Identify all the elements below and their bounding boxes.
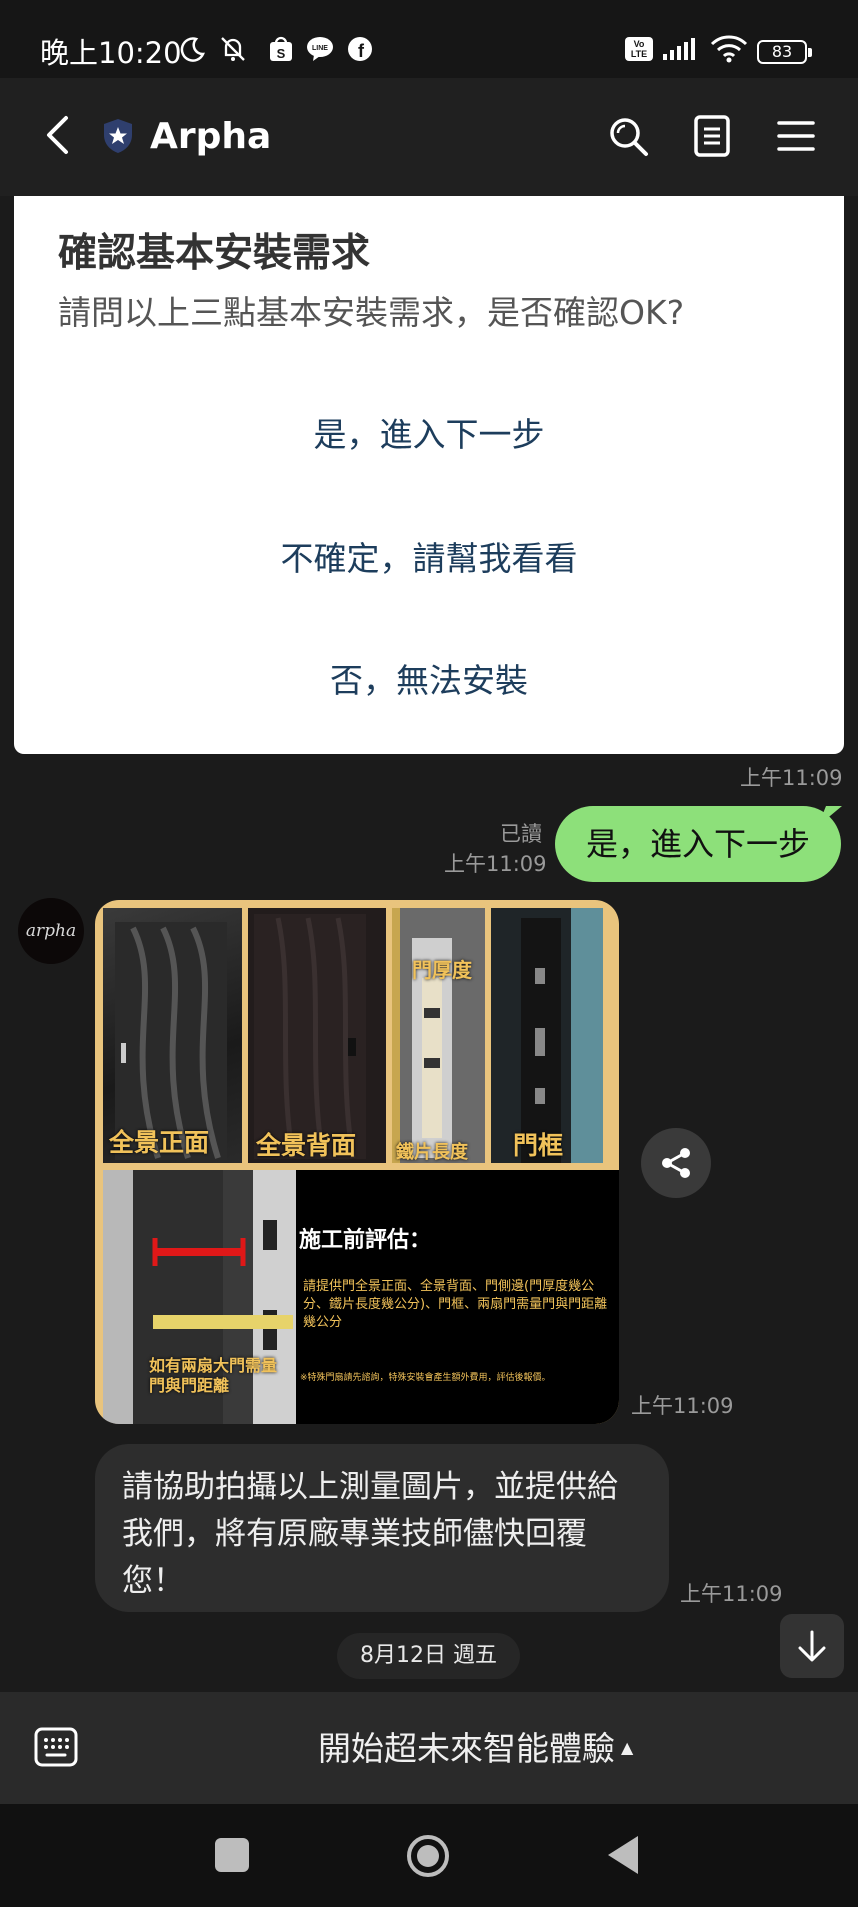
instruction-body: 請提供門全景正面、全景背面、門側邊(門厚度幾公分、鐵片長度幾公分)、門框、兩扇門… [303, 1279, 608, 1330]
photo-frame: 門框 [491, 908, 603, 1163]
svg-text:f: f [358, 41, 365, 61]
instruction-panel: 施工前評估： 請提供門全景正面、全景背面、門側邊(門厚度幾公分、鐵片長度幾公分)… [296, 1170, 619, 1424]
read-receipt: 已讀 [500, 822, 542, 846]
rich-menu-label[interactable]: 開始超未來智能體驗 [318, 1722, 615, 1770]
my-message-timestamp: 上午11:09 [444, 852, 547, 876]
instruction-heading: 施工前評估： [299, 1228, 432, 1253]
text-timestamp: 上午11:09 [680, 1582, 783, 1606]
label-frame: 門框 [513, 1131, 564, 1160]
official-badge-icon [100, 116, 136, 156]
keyboard-icon [34, 1727, 78, 1767]
instruction-note: ※特殊門扇請先諮詢，特殊安裝會產生額外費用，評估後報價。 [300, 1373, 551, 1383]
my-message-bubble[interactable]: 是，進入下一步 [555, 806, 841, 882]
svg-text:S: S [277, 46, 286, 61]
recents-icon[interactable] [215, 1838, 249, 1872]
status-time: 晚上10:20 [40, 36, 182, 70]
photo-front: 全景正面 [103, 908, 242, 1163]
svg-text:LINE: LINE [312, 45, 328, 52]
svg-text:LTE: LTE [631, 49, 647, 59]
card-title: 確認基本安裝需求 [58, 231, 371, 276]
label-thickness: 門厚度 [412, 958, 472, 982]
facebook-icon: f [345, 34, 375, 64]
back-arrow-icon[interactable] [40, 115, 76, 155]
label-double-door: 如有兩扇大門需量門與門距離 [149, 1356, 278, 1395]
rich-menu-toggle-icon[interactable]: ▲ [621, 1738, 633, 1757]
their-message-bubble[interactable]: 請協助拍攝以上測量圖片，並提供給我們，將有原廠專業技師儘快回覆您！ [95, 1444, 669, 1612]
line-icon: LINE [305, 34, 335, 64]
moon-icon [178, 34, 208, 64]
keyboard-button[interactable] [34, 1726, 78, 1768]
battery-icon: 83 [757, 40, 812, 64]
chat-title: Arpha [150, 116, 272, 157]
notes-icon[interactable] [692, 114, 732, 158]
photo-back: 全景背面 [248, 908, 386, 1163]
share-button[interactable] [641, 1128, 711, 1198]
card-subtitle: 請問以上三點基本安裝需求，是否確認OK? [58, 293, 685, 332]
back-icon[interactable] [606, 1834, 640, 1876]
menu-icon[interactable] [776, 118, 816, 154]
arrow-down-icon [798, 1630, 826, 1662]
label-front: 全景正面 [109, 1128, 210, 1157]
search-icon[interactable] [606, 114, 650, 158]
photo-double-door: 如有兩扇大門需量門與門距離 [103, 1170, 296, 1424]
volte-icon: Vo LTE [624, 34, 654, 64]
shopee-icon: S [266, 34, 296, 64]
label-back: 全景背面 [256, 1131, 357, 1160]
option-yes-button[interactable]: 是，進入下一步 [14, 408, 844, 456]
scroll-down-button[interactable] [780, 1614, 844, 1678]
instruction-image[interactable]: 全景正面 全景背面 門厚度 鐵片長度 門框 如有兩扇大門需量門與門距離 施工前評… [95, 900, 619, 1424]
bubble-tail [818, 806, 842, 826]
date-separator: 8月12日 週五 [337, 1633, 520, 1679]
wifi-icon [709, 34, 749, 64]
option-no-button[interactable]: 否，無法安裝 [14, 654, 844, 702]
home-icon[interactable] [406, 1834, 450, 1878]
label-plate-length: 鐵片長度 [396, 1142, 468, 1163]
photo-thickness: 門厚度 鐵片長度 [392, 908, 485, 1163]
signal-icon [661, 34, 701, 64]
image-timestamp: 上午11:09 [631, 1394, 734, 1418]
share-icon [662, 1148, 690, 1178]
notifications-off-icon [218, 34, 248, 64]
option-unsure-button[interactable]: 不確定，請幫我看看 [14, 532, 844, 580]
svg-text:Vo: Vo [634, 39, 645, 49]
card-timestamp: 上午11:09 [740, 766, 843, 790]
avatar[interactable]: arpha [18, 898, 84, 964]
